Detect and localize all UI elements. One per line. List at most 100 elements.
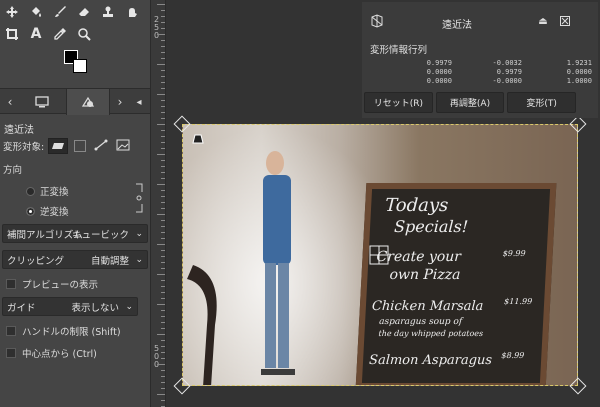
tool-options-title: 遠近法 (4, 125, 34, 136)
matrix-cell: 1.0000 (566, 77, 592, 85)
ruler-tick (161, 190, 165, 191)
photo-person (261, 151, 295, 375)
move-icon[interactable] (2, 2, 22, 22)
ruler-tick (161, 298, 165, 299)
left-dock: A ‹ › ◂ 遠近法 変形対象: 方向 正変換 逆変換 補間アルゴリズム キュ… (0, 0, 150, 407)
preview-checkbox-row[interactable]: プレビューの表示 (6, 277, 98, 291)
ruler-tick (161, 58, 165, 59)
radio-forward[interactable] (26, 186, 35, 196)
zoom-icon[interactable] (74, 24, 94, 44)
tab-scroll-left-icon[interactable]: ‹ (0, 89, 20, 115)
perspective-icon (371, 14, 383, 28)
direction-backward-option[interactable]: 逆変換 (26, 204, 69, 218)
constrain-checkbox-row[interactable]: ハンドルの制限 (Shift) (6, 324, 121, 338)
radio-backward[interactable] (26, 206, 35, 216)
text-tool-icon[interactable]: A (26, 24, 46, 44)
ruler-tick (161, 100, 165, 101)
tab-tool-options[interactable] (66, 89, 110, 115)
ruler-tick (161, 136, 165, 137)
direction-link-icon[interactable] (134, 180, 144, 216)
matrix-cell: 0.9979 (426, 59, 452, 67)
transform-path-button[interactable] (94, 139, 108, 154)
dock-menu-icon[interactable]: ◂ (130, 89, 148, 115)
ruler-label-500: 500 (154, 344, 160, 369)
transform-image-button[interactable] (116, 139, 130, 154)
ruler-tick (157, 334, 165, 335)
ruler-tick (161, 112, 165, 113)
interpolation-dropdown[interactable]: 補間アルゴリズム キュービック ⌄ (2, 224, 148, 243)
reset-button[interactable]: リセット(R) (364, 92, 433, 113)
perspective-tool-cursor-icon (192, 134, 204, 144)
crop-icon[interactable] (2, 24, 22, 44)
matrix-cell: -0.0032 (492, 59, 522, 67)
transform-target-label: 変形対象: (3, 142, 45, 153)
board-line: Todays (384, 195, 449, 216)
ruler-tick (157, 124, 165, 125)
from-center-checkbox[interactable] (6, 348, 16, 358)
preview-label: プレビューの表示 (22, 280, 99, 291)
price-label: $9.99 (502, 249, 526, 258)
ruler-tick (161, 286, 165, 287)
paint-bucket-icon[interactable] (26, 2, 46, 22)
ruler-tick (161, 268, 165, 269)
matrix-cell: 1.9231 (566, 59, 592, 67)
matrix-row: 0.9979 -0.0032 1.9231 (382, 59, 592, 68)
board-line: Salmon Asparagus (368, 353, 493, 368)
transform-button[interactable]: 変形(T) (507, 92, 577, 113)
ruler-tick (157, 214, 165, 215)
clone-stamp-icon[interactable] (98, 2, 118, 22)
ruler-tick (161, 142, 165, 143)
ruler-tick (161, 22, 165, 23)
ruler-tick (161, 370, 165, 371)
ruler-tick (161, 262, 165, 263)
transform-layer-button[interactable] (48, 138, 69, 154)
ruler-tick (161, 352, 165, 353)
ruler-tick (161, 340, 165, 341)
vertical-ruler[interactable]: 250 500 (150, 0, 166, 407)
ruler-tick (161, 82, 165, 83)
layer-icon (52, 143, 65, 149)
photo-chalkboard: Todays Specials! Create your own Pizza C… (355, 183, 557, 385)
ruler-tick (157, 94, 165, 95)
chevron-down-icon: ⌄ (135, 228, 143, 239)
board-line: asparagus soup of (378, 317, 463, 327)
center-handle[interactable] (369, 245, 389, 265)
transform-selection-button[interactable] (74, 140, 87, 152)
ruler-tick (157, 4, 165, 5)
ruler-tick (157, 64, 165, 65)
matrix-row: 0.0000 -0.0000 1.0000 (382, 77, 592, 86)
image-canvas[interactable]: Todays Specials! Create your own Pizza C… (166, 0, 600, 407)
eraser-icon[interactable] (74, 2, 94, 22)
color-picker-icon[interactable] (50, 24, 70, 44)
ruler-tick (161, 76, 165, 77)
ruler-tick (161, 172, 165, 173)
board-line: own Pizza (389, 267, 461, 283)
clipping-dropdown[interactable]: クリッピング 自動調整 ⌄ (2, 250, 148, 269)
readjust-button[interactable]: 再調整(A) (435, 92, 505, 113)
close-icon[interactable] (558, 14, 572, 28)
matrix-label: 変形情報行列 (370, 45, 428, 56)
tab-device-status[interactable] (20, 89, 64, 115)
chevron-down-icon: ⌄ (135, 254, 143, 265)
ruler-tick (161, 226, 165, 227)
constrain-checkbox[interactable] (6, 326, 16, 336)
direction-backward-label: 逆変換 (40, 207, 69, 218)
tab-scroll-right-icon[interactable]: › (112, 89, 128, 115)
from-center-checkbox-row[interactable]: 中心点から (Ctrl) (6, 346, 97, 360)
perspective-dialog: 遠近法 ⏏ 変形情報行列 0.9979 -0.0032 1.9231 0.000… (362, 2, 598, 118)
fg-bg-color-swatch[interactable] (64, 50, 88, 74)
matrix-cell: 0.9979 (496, 68, 522, 76)
background-color[interactable] (73, 59, 87, 73)
ruler-tick (161, 256, 165, 257)
guide-dropdown[interactable]: ガイド 表示しない ⌄ (2, 297, 138, 316)
preview-checkbox[interactable] (6, 279, 16, 289)
smudge-icon[interactable] (122, 2, 142, 22)
eject-icon[interactable]: ⏏ (536, 14, 550, 28)
ruler-tick (161, 196, 165, 197)
ruler-tick (161, 250, 165, 251)
ruler-tick (161, 88, 165, 89)
brush-icon[interactable] (50, 2, 70, 22)
direction-forward-option[interactable]: 正変換 (26, 184, 69, 198)
ruler-tick (157, 244, 165, 245)
dialog-button-row: リセット(R) 再調整(A) 変形(T) (364, 92, 577, 113)
